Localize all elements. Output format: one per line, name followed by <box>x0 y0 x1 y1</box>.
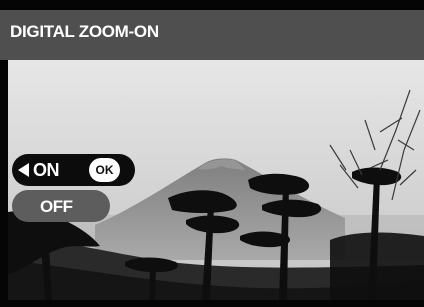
ok-button-icon[interactable]: OK <box>89 158 120 182</box>
menu-option-off-label: OFF <box>40 197 73 216</box>
menu-title: DIGITAL ZOOM-ON <box>10 22 159 41</box>
menu-option-on-label: ON <box>33 160 60 180</box>
camera-lcd-screen: DIGITAL ZOOM-ON ON OK OFF <box>0 0 424 307</box>
left-arrow-icon <box>18 163 29 177</box>
